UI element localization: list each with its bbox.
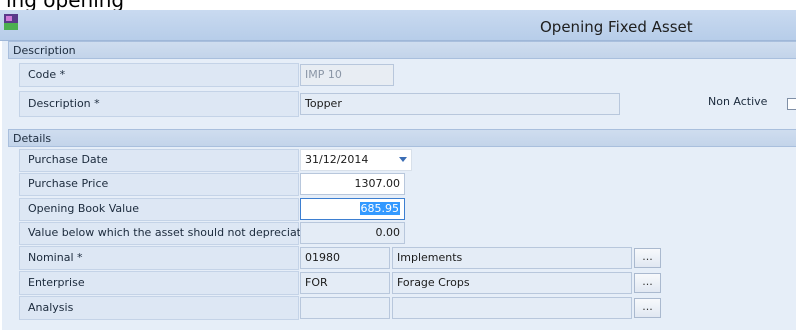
non-active-checkbox[interactable] [787, 98, 796, 110]
app-icon [4, 14, 18, 30]
enterprise-code-field[interactable]: FOR [300, 272, 390, 294]
section-header-details: Details [8, 129, 796, 147]
nominal-label: Nominal * [28, 251, 83, 264]
purchase-price-field[interactable]: 1307.00 [300, 173, 405, 195]
window-title: Opening Fixed Asset [540, 18, 693, 36]
purchase-date-label: Purchase Date [28, 153, 108, 166]
nominal-code-field[interactable]: 01980 [300, 247, 390, 269]
analysis-name-field[interactable] [392, 297, 632, 319]
non-active-label: Non Active [708, 95, 768, 108]
chevron-down-icon[interactable] [399, 157, 407, 162]
form-panel: Description Code * IMP 10 Description * … [2, 41, 796, 330]
top-strip: ing opening [0, 0, 796, 10]
enterprise-name-field[interactable]: Forage Crops [392, 272, 632, 294]
opening-book-value-selected-text: 685.95 [359, 202, 400, 215]
title-bar: Opening Fixed Asset [0, 10, 796, 41]
purchase-date-value: 31/12/2014 [305, 153, 369, 166]
section-header-description-label: Description [13, 44, 76, 57]
analysis-lookup-button[interactable]: ... [634, 298, 661, 318]
enterprise-lookup-button[interactable]: ... [634, 273, 661, 293]
section-header-details-label: Details [13, 132, 52, 145]
code-field[interactable]: IMP 10 [300, 64, 394, 86]
min-value-field[interactable]: 0.00 [300, 222, 405, 244]
section-header-description: Description [8, 41, 796, 59]
analysis-label: Analysis [28, 301, 74, 314]
nominal-lookup-button[interactable]: ... [634, 248, 661, 268]
top-strip-text: ing opening [6, 0, 124, 10]
opening-book-value-label: Opening Book Value [28, 202, 139, 215]
nominal-name-field[interactable]: Implements [392, 247, 632, 269]
analysis-code-field[interactable] [300, 297, 390, 319]
purchase-price-label: Purchase Price [28, 177, 109, 190]
code-label: Code * [28, 68, 66, 81]
enterprise-label: Enterprise [28, 276, 85, 289]
opening-book-value-field[interactable]: 685.95 [300, 198, 405, 220]
min-value-label: Value below which the asset should not d… [28, 226, 308, 239]
description-label: Description * [28, 97, 100, 110]
purchase-date-field[interactable]: 31/12/2014 [300, 149, 412, 171]
description-field[interactable]: Topper [300, 93, 620, 115]
